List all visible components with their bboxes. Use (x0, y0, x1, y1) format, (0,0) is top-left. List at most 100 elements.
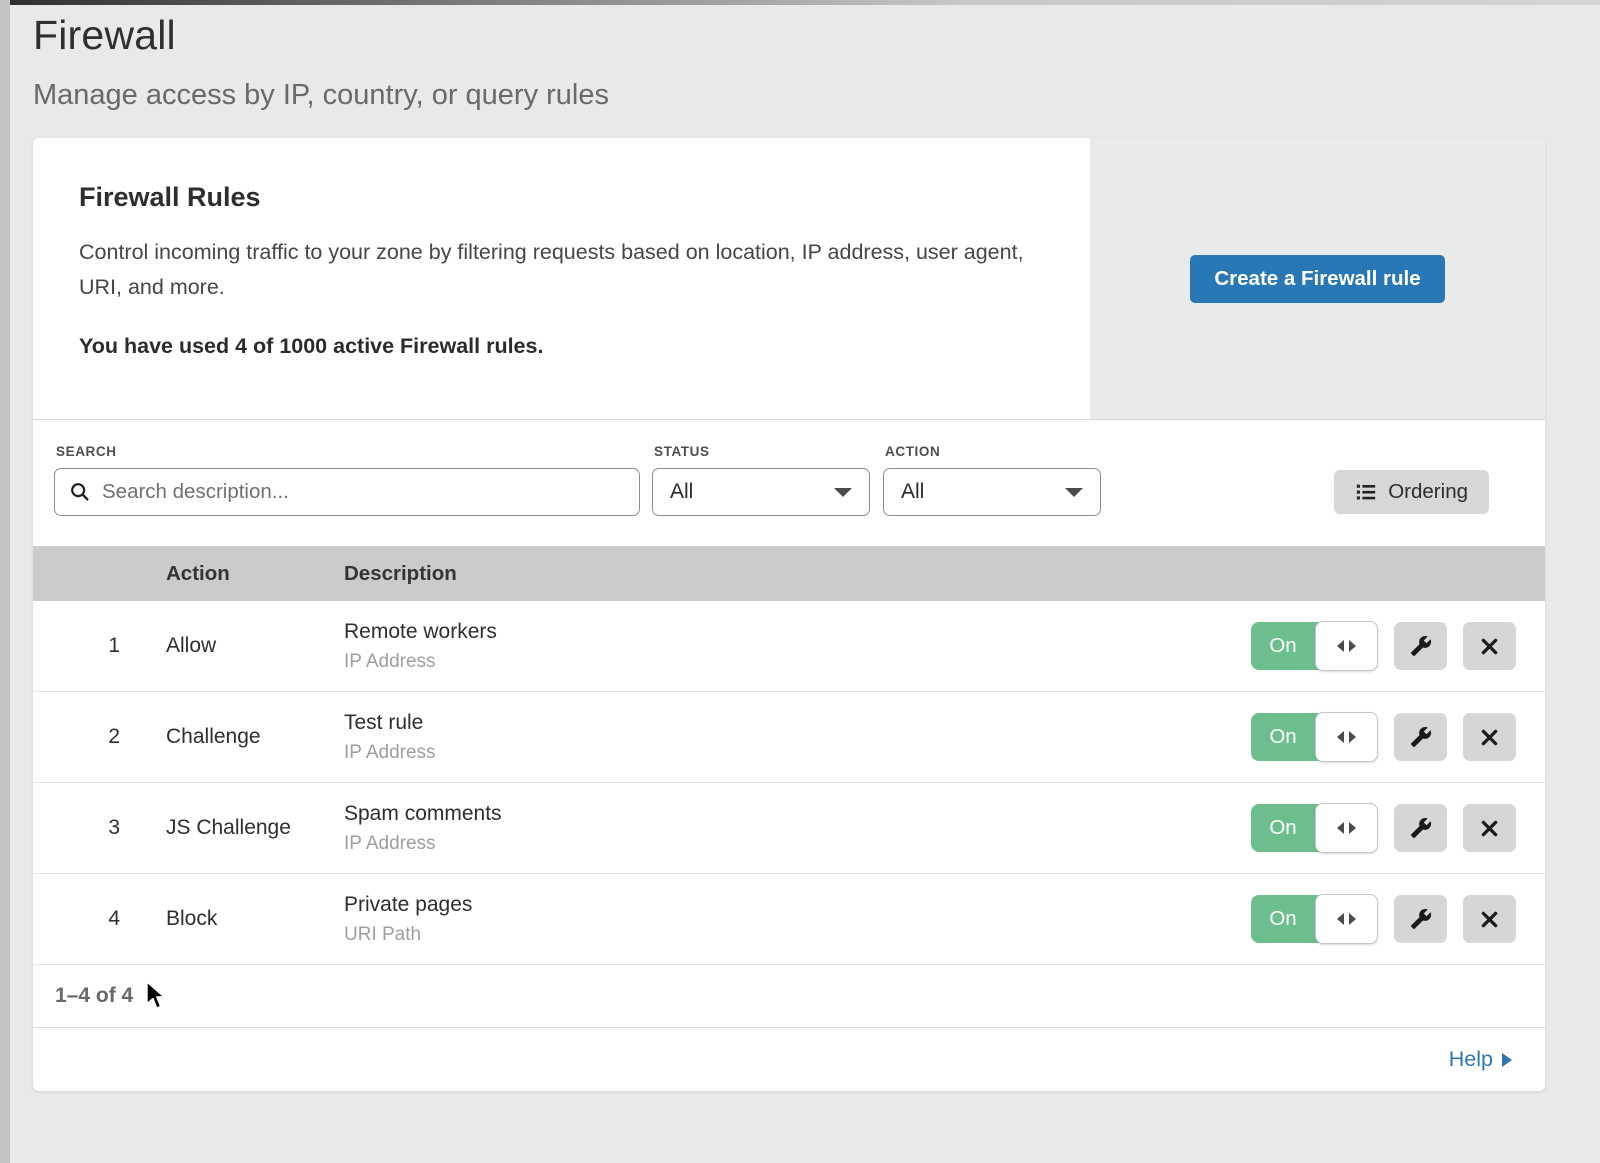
status-select[interactable]: All (652, 468, 870, 516)
delete-rule-button[interactable] (1463, 804, 1516, 852)
toggle-state-label: On (1251, 713, 1315, 761)
screen-left-edge (0, 0, 10, 1163)
help-link[interactable]: Help (1449, 1047, 1512, 1072)
pagination-count: 1–4 of 4 (55, 984, 133, 1008)
card-footer: Help (33, 1027, 1545, 1091)
search-icon (69, 481, 91, 503)
ordering-button-label: Ordering (1388, 480, 1468, 504)
rule-priority: 1 (33, 634, 120, 658)
toggle-handle[interactable] (1315, 894, 1378, 944)
rule-toggle[interactable]: On (1251, 895, 1377, 943)
wrench-icon (1410, 635, 1432, 657)
triangle-left-icon (1337, 913, 1344, 925)
search-box[interactable] (54, 468, 640, 516)
toggle-handle[interactable] (1315, 621, 1378, 671)
rule-description-cell: Private pages URI Path (344, 893, 1251, 946)
close-icon (1479, 909, 1500, 930)
action-selected-value: All (901, 480, 924, 504)
rule-toggle[interactable]: On (1251, 713, 1377, 761)
search-input[interactable] (102, 480, 625, 504)
triangle-right-icon (1349, 822, 1356, 834)
rule-description: Test rule (344, 711, 1251, 735)
rule-match-type: URI Path (344, 924, 1251, 946)
card-description: Control incoming traffic to your zone by… (79, 235, 1024, 306)
rule-controls: On (1251, 804, 1516, 852)
table-row: 4 Block Private pages URI Path On (33, 874, 1545, 965)
triangle-right-icon (1349, 731, 1356, 743)
edit-rule-button[interactable] (1394, 622, 1447, 670)
table-row: 3 JS Challenge Spam comments IP Address … (33, 783, 1545, 874)
rule-description-cell: Test rule IP Address (344, 711, 1251, 764)
search-label: SEARCH (56, 444, 640, 459)
delete-rule-button[interactable] (1463, 622, 1516, 670)
wrench-icon (1410, 726, 1432, 748)
toggle-state-label: On (1251, 895, 1315, 943)
rule-toggle[interactable]: On (1251, 622, 1377, 670)
rule-description-cell: Remote workers IP Address (344, 620, 1251, 673)
action-label: ACTION (885, 444, 1101, 459)
filters-bar: SEARCH STATUS All ACTION (33, 420, 1545, 546)
toggle-state-label: On (1251, 622, 1315, 670)
pagination-row: 1–4 of 4 (33, 965, 1545, 1027)
action-filter-group: ACTION All (883, 444, 1101, 516)
description-column-header: Description (344, 562, 1545, 586)
rule-match-type: IP Address (344, 651, 1251, 673)
chevron-down-icon (834, 488, 852, 497)
triangle-left-icon (1337, 731, 1344, 743)
ordering-button[interactable]: Ordering (1334, 470, 1489, 514)
rule-description: Spam comments (344, 802, 1251, 826)
card-heading: Firewall Rules (79, 182, 1030, 213)
delete-rule-button[interactable] (1463, 895, 1516, 943)
list-icon (1355, 481, 1377, 503)
edit-rule-button[interactable] (1394, 804, 1447, 852)
table-row: 1 Allow Remote workers IP Address On (33, 601, 1545, 692)
search-filter-group: SEARCH (54, 444, 640, 516)
rule-description-cell: Spam comments IP Address (344, 802, 1251, 855)
rule-priority: 3 (33, 816, 120, 840)
edit-rule-button[interactable] (1394, 895, 1447, 943)
rule-toggle[interactable]: On (1251, 804, 1377, 852)
page-subtitle: Manage access by IP, country, or query r… (33, 79, 1545, 112)
usage-summary: You have used 4 of 1000 active Firewall … (79, 334, 1030, 359)
firewall-rules-card: Firewall Rules Control incoming traffic … (33, 138, 1545, 1091)
action-column-header: Action (166, 562, 344, 586)
create-rule-panel: Create a Firewall rule (1090, 138, 1545, 419)
wrench-icon (1410, 908, 1432, 930)
status-selected-value: All (670, 480, 693, 504)
status-label: STATUS (654, 444, 870, 459)
page-title: Firewall (33, 12, 1545, 59)
close-icon (1479, 818, 1500, 839)
triangle-right-icon (1349, 640, 1356, 652)
toggle-handle[interactable] (1315, 712, 1378, 762)
rule-controls: On (1251, 622, 1516, 670)
rule-description: Private pages (344, 893, 1251, 917)
table-header-row: Action Description (33, 546, 1545, 601)
rule-action: Allow (166, 634, 344, 658)
rule-action: Block (166, 907, 344, 931)
firewall-page: Firewall Manage access by IP, country, o… (33, 0, 1545, 1091)
close-icon (1479, 636, 1500, 657)
toggle-state-label: On (1251, 804, 1315, 852)
create-firewall-rule-button[interactable]: Create a Firewall rule (1190, 255, 1444, 303)
rule-description: Remote workers (344, 620, 1251, 644)
arrow-right-icon (1502, 1053, 1512, 1067)
triangle-left-icon (1337, 640, 1344, 652)
wrench-icon (1410, 817, 1432, 839)
edit-rule-button[interactable] (1394, 713, 1447, 761)
help-link-label: Help (1449, 1047, 1493, 1072)
rule-action: JS Challenge (166, 816, 344, 840)
toggle-handle[interactable] (1315, 803, 1378, 853)
table-row: 2 Challenge Test rule IP Address On (33, 692, 1545, 783)
rule-match-type: IP Address (344, 742, 1251, 764)
triangle-left-icon (1337, 822, 1344, 834)
triangle-right-icon (1349, 913, 1356, 925)
intro-section: Firewall Rules Control incoming traffic … (33, 138, 1545, 420)
rule-controls: On (1251, 713, 1516, 761)
rule-priority: 4 (33, 907, 120, 931)
rule-controls: On (1251, 895, 1516, 943)
action-select[interactable]: All (883, 468, 1101, 516)
delete-rule-button[interactable] (1463, 713, 1516, 761)
intro-text-block: Firewall Rules Control incoming traffic … (33, 138, 1090, 419)
rules-table-body: 1 Allow Remote workers IP Address On (33, 601, 1545, 965)
status-filter-group: STATUS All (652, 444, 870, 516)
